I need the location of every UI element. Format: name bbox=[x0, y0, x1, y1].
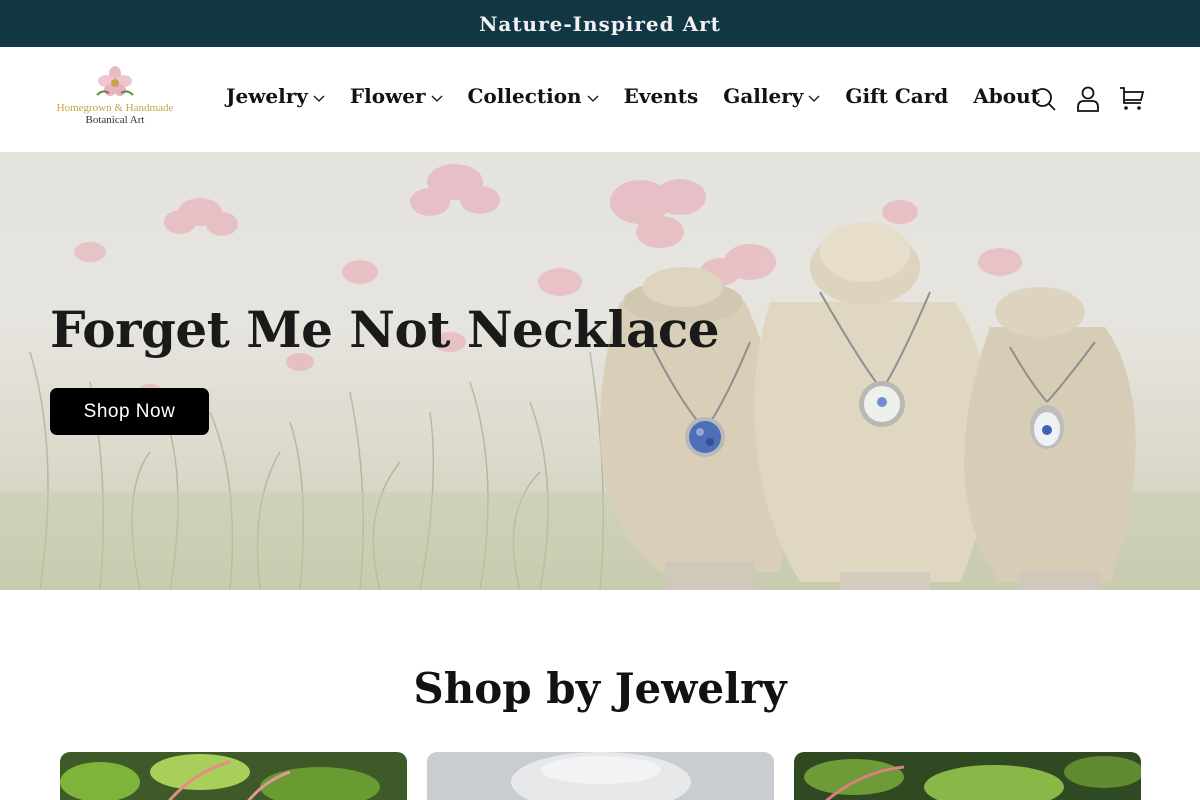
jewelry-card[interactable] bbox=[794, 752, 1141, 800]
nav-item-jewelry[interactable]: Jewelry bbox=[226, 84, 325, 108]
cart-icon bbox=[1120, 87, 1145, 110]
nav-item-label: Gallery bbox=[723, 84, 804, 108]
section-title: Shop by Jewelry bbox=[413, 664, 787, 713]
cart-button[interactable] bbox=[1118, 85, 1146, 113]
shop-now-button[interactable]: Shop Now bbox=[50, 388, 209, 435]
nav-item-flower[interactable]: Flower bbox=[350, 84, 443, 108]
logo-text-line2: Botanical Art bbox=[85, 114, 145, 126]
nav-item-gallery[interactable]: Gallery bbox=[723, 84, 820, 108]
chevron-down-icon bbox=[808, 95, 820, 102]
jewelry-card[interactable] bbox=[427, 752, 774, 800]
hero-title: Forget Me Not Necklace bbox=[50, 300, 720, 359]
logo-text-line1: Homegrown & Handmade bbox=[56, 102, 174, 114]
flower-logo-icon bbox=[96, 66, 134, 96]
hero-image bbox=[0, 164, 1200, 590]
search-icon bbox=[1033, 88, 1056, 111]
card-image bbox=[794, 752, 1141, 800]
hero-banner: Forget Me Not Necklace Shop Now bbox=[0, 152, 1200, 590]
main-nav: Jewelry Flower Collection Events Gallery… bbox=[226, 81, 1065, 111]
card-image bbox=[60, 752, 407, 800]
chevron-down-icon bbox=[431, 95, 442, 102]
site-logo[interactable]: Homegrown & Handmade Botanical Art bbox=[50, 65, 180, 135]
nav-item-label: Gift Card bbox=[845, 84, 949, 108]
announcement-bar: Nature-Inspired Art bbox=[0, 0, 1200, 47]
nav-item-label: Jewelry bbox=[226, 84, 308, 108]
search-button[interactable] bbox=[1030, 85, 1058, 113]
nav-item-label: Collection bbox=[467, 84, 582, 108]
account-icon bbox=[1077, 86, 1099, 112]
jewelry-cards bbox=[60, 752, 1141, 800]
chevron-down-icon bbox=[313, 95, 325, 102]
nav-item-collection[interactable]: Collection bbox=[468, 84, 599, 108]
nav-item-gift-card[interactable]: Gift Card bbox=[845, 84, 948, 108]
nav-item-events[interactable]: Events bbox=[624, 84, 699, 108]
chevron-down-icon bbox=[587, 95, 599, 102]
announcement-text: Nature-Inspired Art bbox=[479, 11, 721, 36]
jewelry-card[interactable] bbox=[60, 752, 407, 800]
site-header: Homegrown & Handmade Botanical Art Jewel… bbox=[0, 47, 1200, 152]
account-button[interactable] bbox=[1074, 85, 1102, 113]
card-image bbox=[427, 752, 774, 800]
nav-item-label: Events bbox=[623, 84, 699, 108]
nav-item-label: Flower bbox=[349, 84, 426, 108]
header-icons bbox=[1030, 85, 1146, 113]
